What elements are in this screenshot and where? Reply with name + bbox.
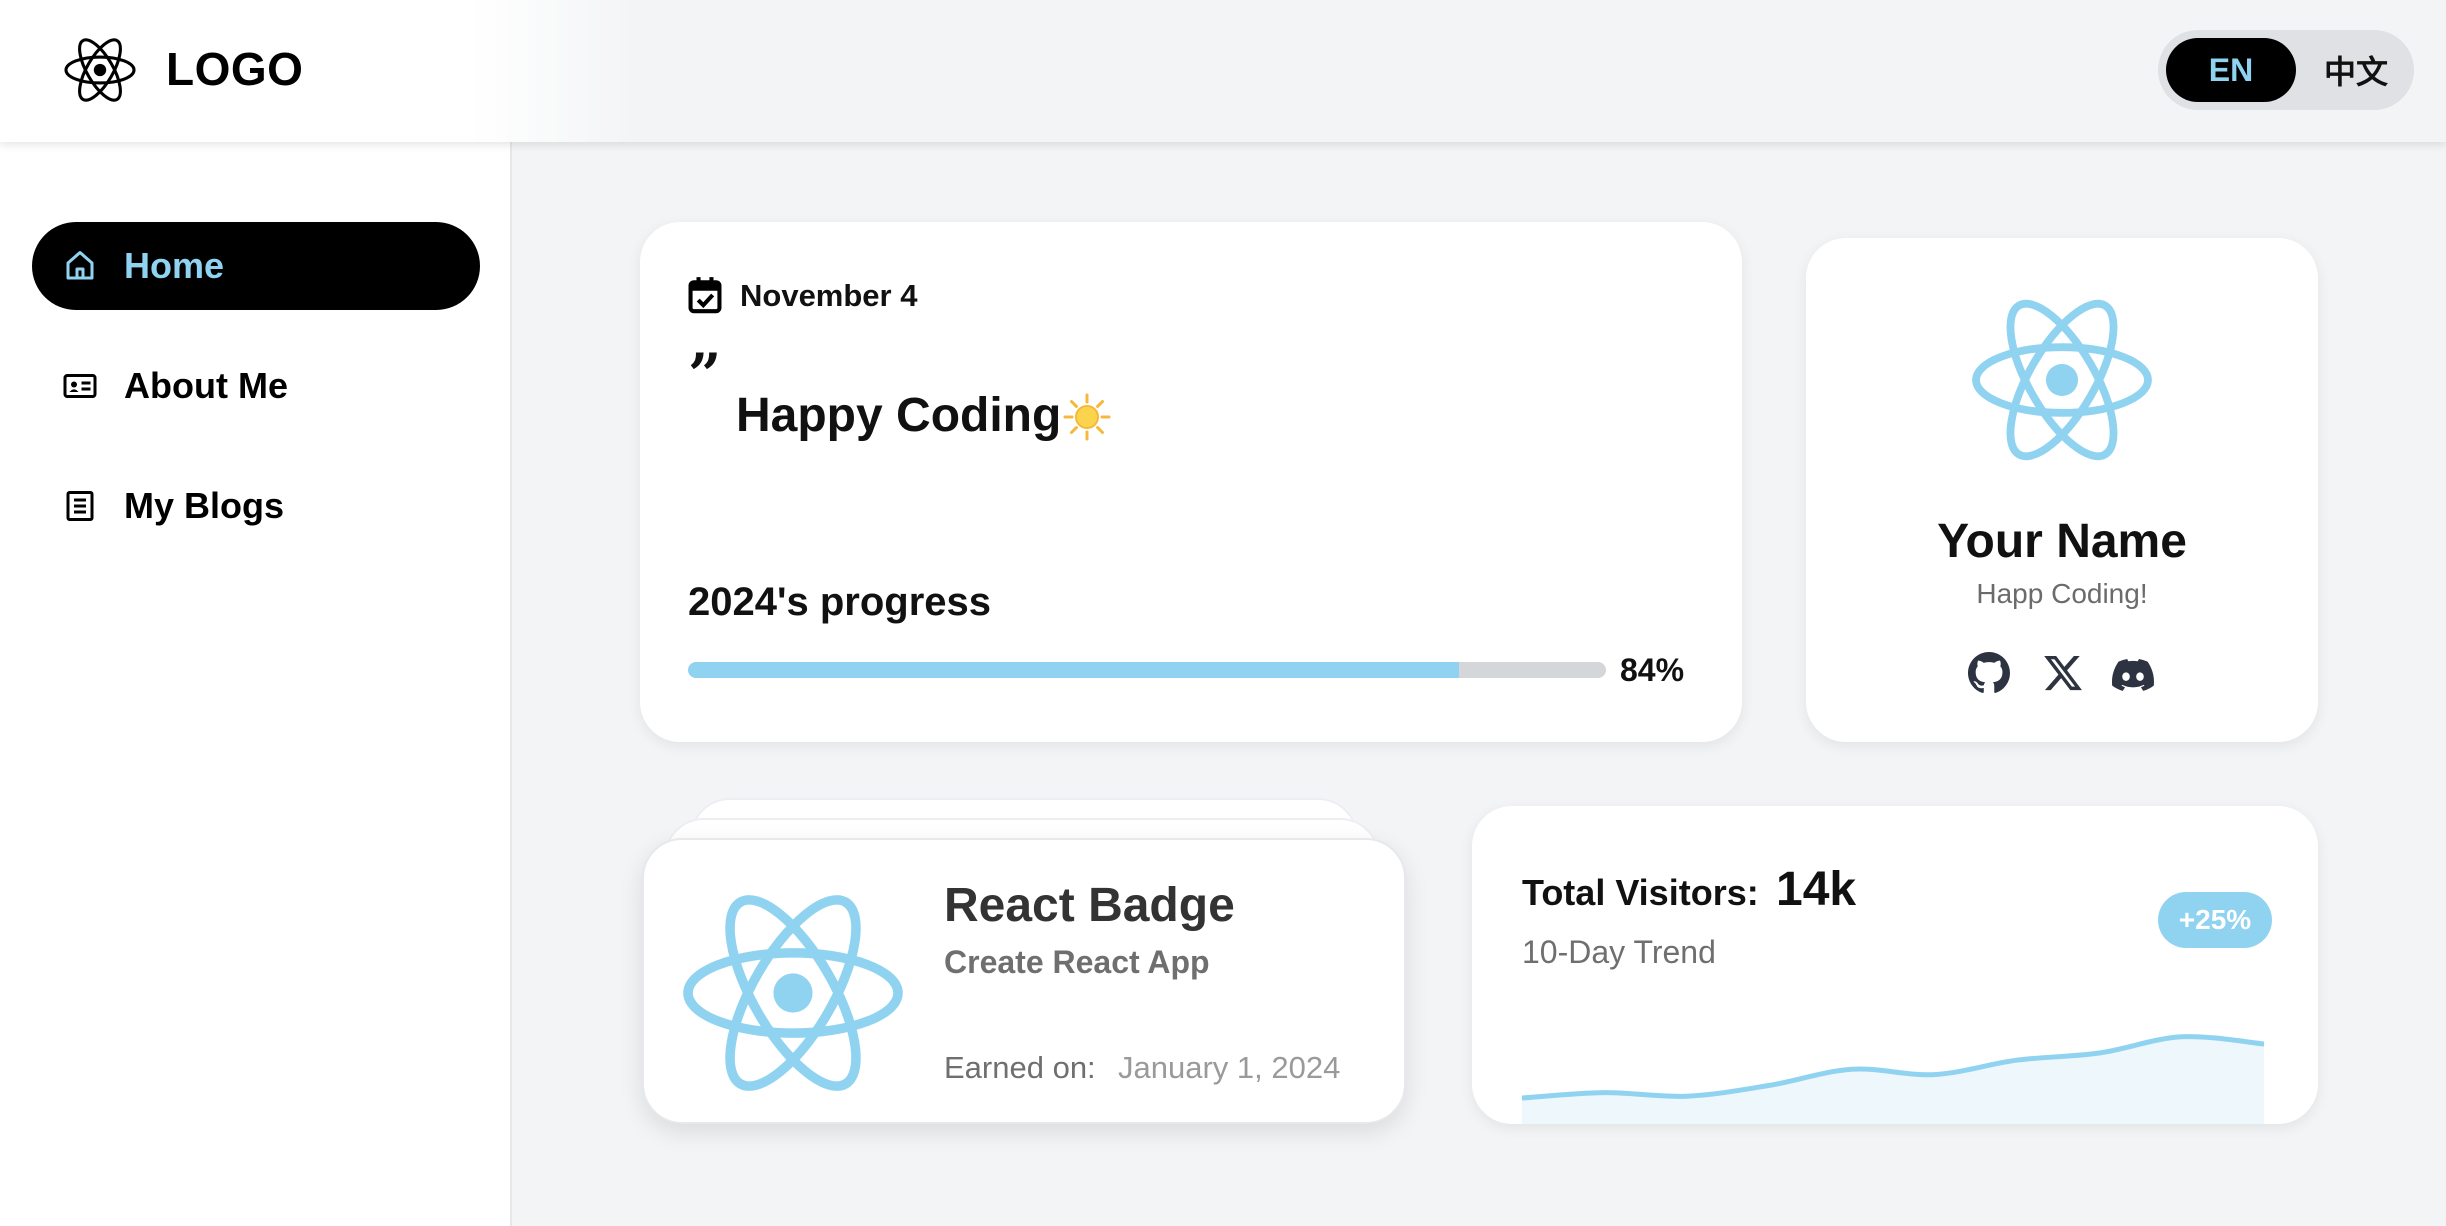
sun-icon [1063,393,1111,441]
badge-earned-label: Earned on: [944,1050,1096,1085]
sidebar-item-label: About Me [124,365,288,406]
progress-bar [688,662,1606,678]
profile-name: Your Name [1937,515,2187,568]
quote-text: Happy Coding [736,389,1062,442]
quote-mark-icon: ” [688,341,722,409]
lang-zh-button[interactable]: 中文 [2306,38,2406,102]
logo-text[interactable]: LOGO [166,42,303,96]
current-date: November 4 [740,278,918,313]
badge-earned-date: January 1, 2024 [1118,1050,1341,1085]
progress-fill [688,662,1460,678]
discord-icon[interactable] [2112,654,2154,696]
x-icon[interactable] [2042,652,2084,694]
id-card-icon [63,374,97,398]
daily-quote-card: November 4 ” Happy Coding 2024's progres… [640,222,1742,742]
sidebar-item-about-me[interactable]: About Me [32,342,480,430]
language-toggle[interactable]: EN 中文 [2158,30,2414,110]
github-icon[interactable] [1968,652,2010,694]
profile-card: Your Name Happ Coding! [1806,238,2318,742]
profile-motto: Happ Coding! [1976,578,2148,609]
sidebar-item-home[interactable]: Home [32,222,480,310]
change-badge: +25% [2158,892,2272,948]
react-avatar-icon [1972,299,2152,461]
visitors-label: Total Visitors: [1522,872,1759,913]
lang-en-button[interactable]: EN [2166,38,2296,102]
visitors-sparkline [1522,1034,2264,1124]
trend-label: 10-Day Trend [1522,934,1716,970]
visitors-count: 14k [1776,863,1857,916]
sidebar-item-my-blogs[interactable]: My Blogs [32,462,480,550]
sidebar-item-label: My Blogs [124,485,285,526]
calendar-check-icon [688,277,722,314]
badge-card[interactable]: React Badge Create React App Earned on: … [642,838,1406,1124]
badge-title: React Badge [944,879,1235,932]
sparkline-area [1522,1036,2264,1124]
progress-percentage: 84% [1620,652,1685,688]
badge-subtitle: Create React App [944,944,1210,980]
document-icon [66,491,94,521]
visitors-card: Total Visitors: 14k 10-Day Trend +25% [1472,806,2318,1124]
home-icon [66,251,94,280]
top-header: LOGO EN 中文 [0,0,2446,142]
sidebar: Home About Me My Blogs [0,142,512,1226]
react-logo-icon [64,38,136,102]
progress-title: 2024's progress [688,580,992,624]
sidebar-item-label: Home [124,245,225,286]
react-badge-icon [683,895,903,1091]
